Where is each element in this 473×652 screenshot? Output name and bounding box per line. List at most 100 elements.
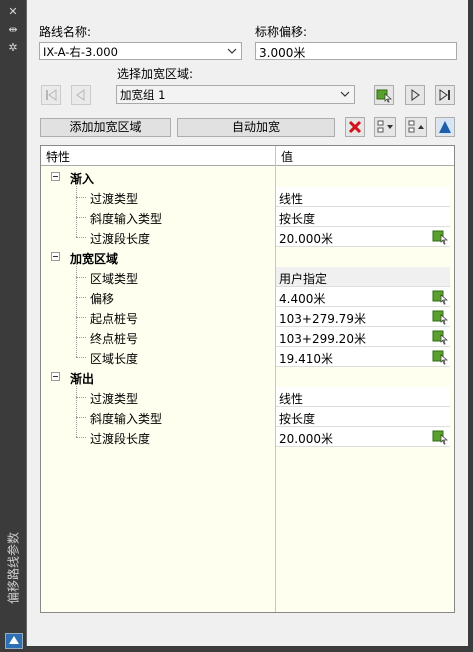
tree-line: [76, 382, 77, 437]
tree-connector: [76, 337, 86, 338]
property-row[interactable]: 终点桩号 103+299.20米: [41, 327, 454, 347]
collapse-icon[interactable]: [51, 172, 60, 181]
property-name: 斜度输入类型: [90, 412, 163, 426]
nominal-offset-field[interactable]: 3.000米: [255, 42, 457, 60]
group-label: 渐入: [70, 172, 95, 186]
property-value-field[interactable]: 20.000米: [276, 427, 450, 447]
property-row[interactable]: 过渡段长度 20.000米: [41, 427, 454, 447]
palette-title-strip: ✕ ⇹ ✲ 偏移路线参数: [0, 0, 26, 652]
nominal-offset-label: 标称偏移:: [255, 25, 308, 39]
delete-x-icon: [348, 120, 362, 134]
property-value-field[interactable]: 按长度: [276, 207, 450, 227]
property-value: 线性: [279, 392, 304, 406]
last-icon: [439, 89, 450, 101]
property-value: 4.400米: [279, 292, 326, 306]
pick-region-icon: [376, 89, 392, 103]
pick-from-drawing-icon[interactable]: [432, 229, 448, 245]
column-header-property: 特性: [46, 150, 71, 164]
pick-region-button[interactable]: [374, 85, 394, 105]
property-value: 103+299.20米: [279, 332, 366, 346]
property-row[interactable]: 过渡类型 线性: [41, 387, 454, 407]
collapse-icon[interactable]: [51, 372, 60, 381]
last-region-button[interactable]: [435, 85, 455, 105]
route-name-dropdown[interactable]: IX-A-右-3.000: [39, 42, 242, 60]
property-name: 终点桩号: [90, 332, 139, 346]
chevron-down-icon: [227, 48, 237, 54]
group-row[interactable]: 渐出: [41, 367, 454, 387]
tree-connector: [76, 357, 86, 358]
tree-connector: [76, 317, 86, 318]
next-icon: [411, 89, 420, 101]
property-value-field[interactable]: 线性: [276, 187, 450, 207]
property-row[interactable]: 斜度输入类型 按长度: [41, 207, 454, 227]
group-label: 加宽区域: [70, 252, 119, 266]
tree-connector: [76, 197, 86, 198]
column-header-value: 值: [281, 150, 294, 164]
property-value-field[interactable]: 103+299.20米: [276, 327, 450, 347]
property-row[interactable]: 起点桩号 103+279.79米: [41, 307, 454, 327]
property-name: 过渡类型: [90, 192, 139, 206]
close-icon[interactable]: ✕: [6, 6, 20, 18]
property-value-field[interactable]: 103+279.79米: [276, 307, 450, 327]
chevron-down-icon: [340, 91, 350, 97]
tree-connector: [76, 397, 86, 398]
property-name: 过渡段长度: [90, 232, 151, 246]
civil3d-logo-icon: [5, 633, 23, 649]
property-row[interactable]: 过渡段长度 20.000米: [41, 227, 454, 247]
zoom-triangle-icon: [437, 119, 453, 135]
property-row[interactable]: 过渡类型 线性: [41, 187, 454, 207]
property-value: 19.410米: [279, 352, 333, 366]
select-region-label: 选择加宽区域:: [117, 67, 194, 81]
pick-from-drawing-icon[interactable]: [432, 289, 448, 305]
palette-title: 偏移路线参数: [6, 531, 21, 604]
tree-connector: [76, 277, 86, 278]
first-region-button[interactable]: [41, 85, 61, 105]
property-value: 103+279.79米: [279, 312, 366, 326]
collapse-icon[interactable]: [51, 252, 60, 261]
group-label: 渐出: [70, 372, 95, 386]
property-grid: 特性 值 渐入 过渡类型 线性 斜度输入类型 按长度 过渡段长度 20.000米 加宽区域 区域…: [40, 145, 455, 613]
property-value-field[interactable]: 用户指定: [276, 267, 450, 287]
property-value-field[interactable]: 线性: [276, 387, 450, 407]
move-rows-icon: [408, 120, 424, 133]
group-row[interactable]: 加宽区域: [41, 247, 454, 267]
grid-header: 特性 值: [41, 146, 454, 166]
pick-from-drawing-icon[interactable]: [432, 309, 448, 325]
group-row[interactable]: 渐入: [41, 167, 454, 187]
property-value-field[interactable]: 按长度: [276, 407, 450, 427]
move-row-button[interactable]: [405, 117, 427, 137]
next-region-button[interactable]: [405, 85, 425, 105]
delete-button[interactable]: [345, 117, 365, 137]
property-value: 线性: [279, 192, 304, 206]
widening-region-dropdown[interactable]: 加宽组 1: [116, 85, 355, 104]
property-row[interactable]: 偏移 4.400米: [41, 287, 454, 307]
property-name: 区域类型: [90, 272, 139, 286]
zoom-to-button[interactable]: [435, 117, 455, 137]
route-name-label: 路线名称:: [39, 25, 92, 39]
tree-line: [76, 182, 77, 237]
property-row[interactable]: 斜度输入类型 按长度: [41, 407, 454, 427]
tree-connector: [76, 437, 86, 438]
tree-connector: [76, 297, 86, 298]
pick-from-drawing-icon[interactable]: [432, 329, 448, 345]
property-row[interactable]: 区域类型 用户指定: [41, 267, 454, 287]
pick-from-drawing-icon[interactable]: [432, 349, 448, 365]
property-value-field[interactable]: 19.410米: [276, 347, 450, 367]
first-icon: [46, 89, 57, 101]
property-value-field[interactable]: 20.000米: [276, 227, 450, 247]
previous-region-button[interactable]: [71, 85, 91, 105]
property-value-field[interactable]: 4.400米: [276, 287, 450, 307]
tree-connector: [76, 237, 86, 238]
pin-icon[interactable]: ⇹: [6, 24, 20, 36]
property-value: 按长度: [279, 212, 316, 226]
property-value: 20.000米: [279, 432, 333, 446]
property-name: 起点桩号: [90, 312, 139, 326]
pick-from-drawing-icon[interactable]: [432, 429, 448, 445]
insert-row-button[interactable]: [374, 117, 396, 137]
property-name: 偏移: [90, 292, 115, 306]
property-row[interactable]: 区域长度 19.410米: [41, 347, 454, 367]
settings-icon[interactable]: ✲: [6, 42, 20, 54]
property-name: 区域长度: [90, 352, 139, 366]
add-widening-region-button[interactable]: 添加加宽区域: [40, 118, 171, 137]
auto-widen-button[interactable]: 自动加宽: [177, 118, 335, 137]
